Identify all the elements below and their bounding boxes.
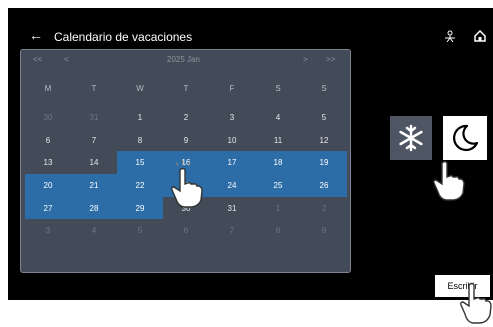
calendar-day[interactable]: 12 [301,129,347,152]
calendar-day-selected[interactable]: 29 [117,196,163,220]
calendar-day-selected[interactable]: 18 [255,151,301,175]
weekday-header: S [321,84,327,93]
weekday-header: M [44,84,52,93]
calendar-day-selected[interactable]: 17 [209,151,255,175]
calendar-day[interactable]: 14 [71,151,117,174]
weekday-header: T [91,84,97,93]
calendar-day[interactable]: 6 [163,219,209,242]
weekday-header: S [275,84,281,93]
calendar-day[interactable]: 1 [117,106,163,129]
calendar-day-selected[interactable]: 24 [209,174,255,197]
calendar-day[interactable]: 7 [71,129,117,152]
calendar-day[interactable]: 11 [255,129,301,152]
calendar-day[interactable]: 5 [117,219,163,242]
calendar-day[interactable]: 9 [163,129,209,152]
calendar-day[interactable]: 9 [301,219,347,242]
calendar-day-selected[interactable]: 26 [301,174,347,197]
moon-icon [453,124,479,152]
person-icon[interactable] [444,30,456,42]
weekday-header: T [183,84,189,93]
calendar-day[interactable]: 4 [255,106,301,129]
night-mode-button[interactable] [443,116,487,160]
calendar-day[interactable]: 7 [209,219,255,242]
calendar-day[interactable]: 10 [209,129,255,152]
calendar-day[interactable]: 31 [209,197,255,220]
calendar-day-selected[interactable]: 19 [301,151,347,175]
tap-hand-icon [433,160,465,201]
calendar-day[interactable]: 6 [25,129,71,152]
prev-month-button[interactable]: < [64,55,69,65]
calendar-day[interactable]: 3 [209,106,255,129]
calendar-day[interactable]: 3 [25,219,71,242]
calendar-day-selected[interactable]: 20 [25,174,71,197]
calendar-day[interactable]: 2 [301,197,347,220]
calendar-day-selected[interactable]: 25 [255,174,301,197]
next-year-button[interactable]: >> [326,55,335,65]
calendar-day-selected[interactable]: 28 [71,196,117,220]
tap-hand-icon [460,282,492,324]
page-title: Calendario de vacaciones [54,30,193,44]
calendar-day-selected[interactable]: 22 [117,174,163,197]
weekday-header: W [136,84,144,93]
calendar-day[interactable]: 1 [255,197,301,220]
calendar-day[interactable]: 8 [255,219,301,242]
back-arrow-icon[interactable]: ← [29,28,43,42]
calendar-day-selected[interactable]: 21 [71,174,117,197]
calendar-day[interactable]: 13 [25,151,71,174]
calendar-day[interactable]: 31 [71,106,117,129]
calendar-day[interactable]: 2 [163,106,209,129]
calendar-day-selected[interactable]: 27 [25,196,71,220]
home-icon[interactable] [474,30,486,42]
calendar-day[interactable]: 5 [301,106,347,129]
month-label: 2025 Jan [167,55,200,64]
calendar-day[interactable]: 30 [25,106,71,129]
prev-year-button[interactable]: << [33,55,42,65]
calendar-day[interactable]: 8 [117,129,163,152]
snowflake-icon [399,124,423,152]
weekday-header: F [229,84,235,93]
next-month-button[interactable]: > [303,55,308,65]
tap-hand-icon [171,160,203,208]
calendar-day-selected[interactable]: 15 [117,151,163,175]
snow-mode-button[interactable] [390,116,432,160]
calendar-day[interactable]: 4 [71,219,117,242]
top-bar: ← Calendario de vacaciones [8,8,493,48]
